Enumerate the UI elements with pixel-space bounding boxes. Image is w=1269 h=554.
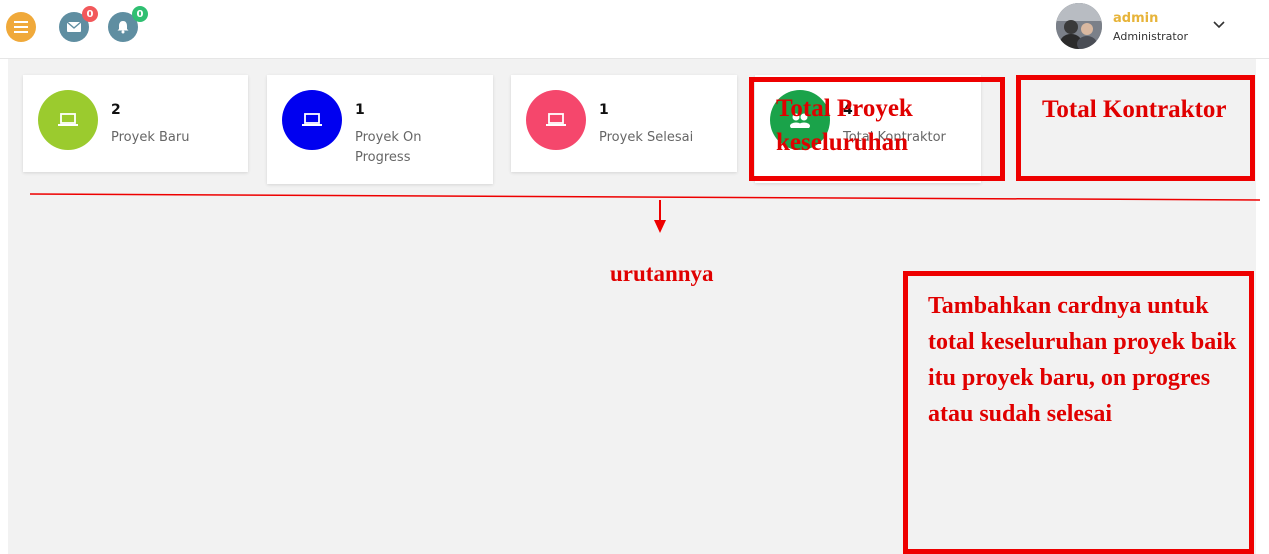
annotation-text-arrow: urutannya [610,261,714,286]
annotation-text-note: Tambahkan cardnya untuk total keseluruha… [928,293,1237,427]
